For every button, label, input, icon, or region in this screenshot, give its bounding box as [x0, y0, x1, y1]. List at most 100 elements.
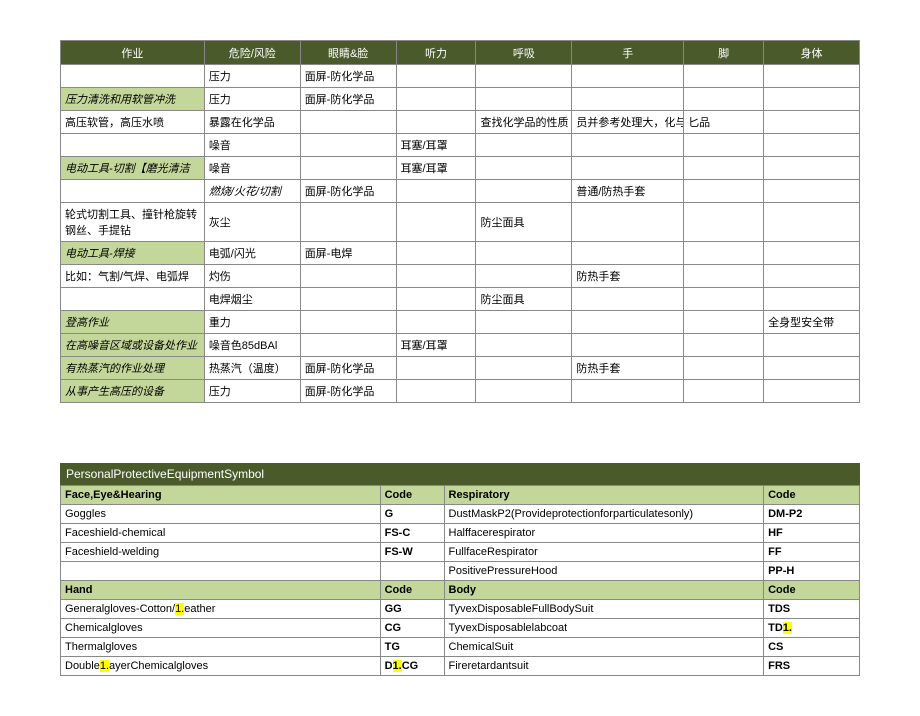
cell — [764, 357, 860, 380]
cell — [764, 180, 860, 203]
cell: TyvexDisposablelabcoat — [444, 619, 764, 638]
cell: 登高作业 — [61, 311, 205, 334]
cell — [396, 242, 476, 265]
table-row: 从事产生高压的设备压力面屏-防化学品 — [61, 380, 860, 403]
cell: 防热手套 — [572, 357, 684, 380]
code-cell: FRS — [764, 657, 860, 676]
cell — [396, 311, 476, 334]
subhdr-cell: Hand — [61, 581, 381, 600]
cell — [684, 242, 764, 265]
code-cell: TDS — [764, 600, 860, 619]
cell — [684, 311, 764, 334]
cell: 匕品 — [684, 111, 764, 134]
cell: 高压软管，高压水喷 — [61, 111, 205, 134]
cell — [764, 88, 860, 111]
table-row: 比如：气割/气焊、电弧焊灼伤防热手套 — [61, 265, 860, 288]
cell: 防尘面具 — [476, 288, 572, 311]
cell — [396, 265, 476, 288]
cell — [764, 134, 860, 157]
code-cell: FS-C — [380, 524, 444, 543]
cell: 有热蒸汽的作业处理 — [61, 357, 205, 380]
cell: 面屏-电焊 — [300, 242, 396, 265]
cell — [572, 242, 684, 265]
cell — [476, 380, 572, 403]
table-row: 有热蒸汽的作业处理热蒸汽（温度）面屏-防化学品 防热手套 — [61, 357, 860, 380]
cell — [396, 111, 476, 134]
cell — [300, 288, 396, 311]
cell: 面屏-防化学品 — [300, 65, 396, 88]
cell: Faceshield-welding — [61, 543, 381, 562]
table-row: 燃烧/火花/切割面屏-防化学品普通/防热手套 — [61, 180, 860, 203]
table-row: 电焊烟尘防尘面具 — [61, 288, 860, 311]
cell: 压力 — [204, 65, 300, 88]
cell: 面屏-防化学品 — [300, 380, 396, 403]
table2-subheader: Face,Eye&HearingCodeRespiratoryCode — [61, 486, 860, 505]
table-row: 压力面屏-防化学品 — [61, 65, 860, 88]
subhdr-cell: Respiratory — [444, 486, 764, 505]
cell — [396, 357, 476, 380]
cell: 轮式切割工具、撞针枪旋转钢丝、手提钻 — [61, 203, 205, 242]
cell: ChemicalSuit — [444, 638, 764, 657]
table-row: 电动工具-切割【磨光清洁噪音耳塞/耳罩 — [61, 157, 860, 180]
cell: DustMaskP2(Provideprotectionforparticula… — [444, 505, 764, 524]
cell — [684, 288, 764, 311]
cell — [61, 180, 205, 203]
cell — [61, 562, 381, 581]
code-cell: G — [380, 505, 444, 524]
code-cell: FF — [764, 543, 860, 562]
code-cell — [380, 562, 444, 581]
cell: 电动工具-焊接 — [61, 242, 205, 265]
cell — [300, 265, 396, 288]
cell — [572, 311, 684, 334]
table-row: ChemicalglovesCGTyvexDisposablelabcoatTD… — [61, 619, 860, 638]
cell: Fireretardantsuit — [444, 657, 764, 676]
cell — [684, 265, 764, 288]
cell: 防尘面具 — [476, 203, 572, 242]
cell: 灰尘 — [204, 203, 300, 242]
table2-subheader: HandCodeBodyCode — [61, 581, 860, 600]
code-cell: TD1. — [764, 619, 860, 638]
cell — [300, 334, 396, 357]
cell: 面屏-防化学品 — [300, 357, 396, 380]
cell — [476, 357, 572, 380]
table-row: 在高噪音区域或设备处作业噪音色85dBAl耳塞/耳罩 — [61, 334, 860, 357]
ppe-symbol-table: Face,Eye&HearingCodeRespiratoryCodeGoggl… — [60, 485, 860, 676]
h-foot: 脚 — [684, 41, 764, 65]
h-hand: 手 — [572, 41, 684, 65]
table-row: 高压软管，高压水喷暴露在化学品查找化学品的性质员并参考处理大，化与匕品 — [61, 111, 860, 134]
cell — [61, 134, 205, 157]
table-row: 压力清洗和用软管冲洗压力面屏-防化学品 — [61, 88, 860, 111]
h-body: 身体 — [764, 41, 860, 65]
cell — [764, 265, 860, 288]
code-cell: TG — [380, 638, 444, 657]
cell: Goggles — [61, 505, 381, 524]
table2-body: Face,Eye&HearingCodeRespiratoryCodeGoggl… — [61, 486, 860, 676]
h-hazard: 危险/风险 — [204, 41, 300, 65]
cell — [764, 334, 860, 357]
table-row: Faceshield-chemicalFS-CHalffacerespirato… — [61, 524, 860, 543]
subhdr-cell: Face,Eye&Hearing — [61, 486, 381, 505]
cell: 全身型安全带 — [764, 311, 860, 334]
h-work: 作业 — [61, 41, 205, 65]
cell — [61, 288, 205, 311]
cell: 电弧/闪光 — [204, 242, 300, 265]
cell: 电动工具-切割【磨光清洁 — [61, 157, 205, 180]
ppe-symbol-title: PersonalProtectiveEquipmentSymbol — [60, 463, 860, 485]
cell — [684, 334, 764, 357]
cell: 在高噪音区域或设备处作业 — [61, 334, 205, 357]
cell: 查找化学品的性质 — [476, 111, 572, 134]
cell — [684, 157, 764, 180]
cell: 热蒸汽（温度） — [204, 357, 300, 380]
cell — [476, 88, 572, 111]
table-row: 电动工具-焊接电弧/闪光面屏-电焊 — [61, 242, 860, 265]
code-cell: CS — [764, 638, 860, 657]
table-row: 噪音耳塞/耳罩 — [61, 134, 860, 157]
cell — [572, 288, 684, 311]
cell — [300, 203, 396, 242]
cell: 压力清洗和用软管冲洗 — [61, 88, 205, 111]
cell — [396, 203, 476, 242]
cell: 面屏-防化学品 — [300, 180, 396, 203]
table-row: PositivePressureHoodPP-H — [61, 562, 860, 581]
cell: 重力 — [204, 311, 300, 334]
code-cell: CG — [380, 619, 444, 638]
